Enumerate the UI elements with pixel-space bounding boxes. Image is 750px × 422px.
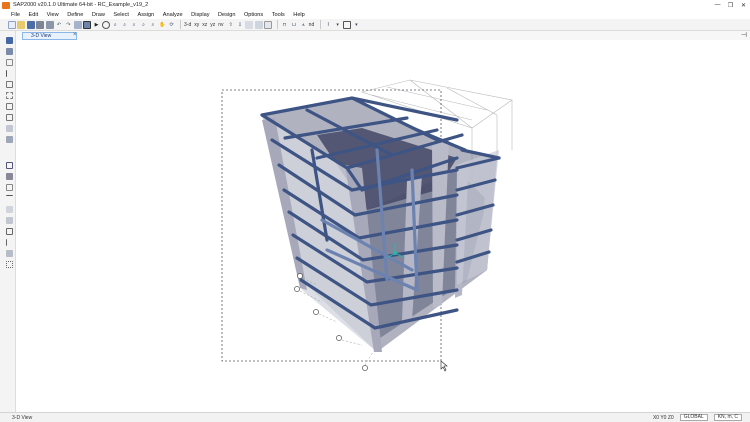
view-tabstrip: 3-D View × ⊣ — [16, 31, 750, 40]
draw-area-icon[interactable] — [6, 103, 13, 110]
design-icon[interactable] — [343, 20, 352, 29]
zoom-out-icon[interactable]: ⌕ — [139, 21, 147, 29]
view-3d-button[interactable]: 3-d — [184, 22, 191, 28]
menu-help[interactable]: Help — [293, 12, 305, 18]
dropdown-arrow-icon[interactable]: ▾ — [352, 21, 360, 29]
snap-perpendicular-icon[interactable] — [6, 239, 13, 246]
window-controls: — ❐ ✕ — [711, 0, 750, 10]
status-view-label: 3-D View — [12, 414, 33, 421]
sap2000-logo-icon — [2, 1, 10, 9]
units-dropdown[interactable]: KN, m, C — [713, 414, 742, 421]
snap-midpoints-icon[interactable] — [6, 217, 13, 224]
snap-fine-grid-icon[interactable] — [6, 261, 13, 268]
move-down-icon[interactable]: ⇩ — [236, 21, 244, 29]
clear-selection-icon[interactable] — [6, 184, 13, 191]
model-viewport-3d[interactable] — [17, 40, 750, 412]
menu-define[interactable]: Define — [67, 12, 83, 18]
new-model-icon[interactable] — [8, 20, 16, 29]
rotate-3d-icon[interactable]: ⟳ — [168, 21, 176, 29]
view-nv-button[interactable]: nv — [218, 22, 223, 28]
snap-joints-icon[interactable] — [6, 206, 13, 213]
mouse-cursor-icon — [440, 360, 448, 372]
tab-close-icon[interactable]: × — [73, 32, 77, 38]
save-icon[interactable] — [26, 20, 35, 29]
print-icon[interactable] — [36, 20, 45, 29]
select-all-icon[interactable] — [6, 162, 13, 169]
undo-icon[interactable]: ↶ — [55, 21, 63, 29]
close-button[interactable]: ✕ — [737, 0, 750, 10]
show-forces-icon[interactable]: ⊓ — [281, 21, 289, 29]
menu-edit[interactable]: Edit — [29, 12, 39, 18]
set-display-options-icon[interactable] — [254, 20, 263, 29]
menu-draw[interactable]: Draw — [92, 12, 105, 18]
draw-joint-icon[interactable] — [6, 59, 13, 66]
draw-brace-icon[interactable] — [6, 92, 13, 99]
view-yz-button[interactable]: yz — [210, 22, 215, 28]
title-bar: SAP2000 v20.1.0 Ultimate 64-bit - RC_Exa… — [0, 0, 750, 10]
intersecting-line-icon[interactable] — [6, 195, 13, 202]
menu-options[interactable]: Options — [244, 12, 263, 18]
open-icon[interactable] — [17, 20, 26, 29]
draw-frame-icon[interactable] — [6, 70, 13, 77]
coordinate-system-dropdown[interactable]: GLOBAL — [679, 414, 708, 421]
status-bar: 3-D View X0 Y0 Z0 GLOBAL KN, m, C — [0, 412, 750, 422]
pointer-icon[interactable] — [6, 37, 13, 44]
dropdown-arrow-icon[interactable]: ▾ — [334, 21, 342, 29]
show-nd-button[interactable]: nd — [309, 22, 315, 28]
show-frame-forces-icon[interactable]: ⊔ — [290, 21, 298, 29]
refresh-icon[interactable] — [73, 20, 82, 29]
view-xy-button[interactable]: xy — [194, 22, 199, 28]
menu-bar: File Edit View Define Draw Select Assign… — [0, 10, 750, 19]
display-tables-icon[interactable]: I — [324, 21, 332, 29]
draw-solid-icon[interactable] — [6, 136, 13, 143]
pan-icon[interactable]: ✋ — [158, 21, 166, 29]
zoom-previous-icon[interactable]: ⌕ — [149, 21, 157, 29]
pin-icon[interactable]: ⊣ — [741, 31, 747, 39]
draw-rect-area-icon[interactable] — [6, 114, 13, 121]
left-toolbar — [0, 31, 16, 412]
toolbar-separator — [180, 20, 182, 29]
status-right-group: X0 Y0 Z0 GLOBAL KN, m, C — [647, 414, 742, 421]
menu-display[interactable]: Display — [191, 12, 209, 18]
print-table-icon[interactable] — [45, 20, 54, 29]
snap-lines-icon[interactable] — [6, 250, 13, 257]
redo-icon[interactable]: ↷ — [64, 21, 72, 29]
menu-file[interactable]: File — [11, 12, 20, 18]
main-toolbar: ↶ ↷ ▶ ⌕ ⌕ ⌕ ⌕ ⌕ ✋ ⟳ 3-d xy xz yz nv ⇧ ⇩ … — [0, 19, 750, 31]
axes-readout: X0 Y0 Z0 — [652, 414, 674, 421]
snap-intersections-icon[interactable] — [6, 228, 13, 235]
window-title: SAP2000 v20.1.0 Ultimate 64-bit - RC_Exa… — [13, 2, 149, 8]
menu-tools[interactable]: Tools — [272, 12, 285, 18]
menu-analyze[interactable]: Analyze — [163, 12, 183, 18]
menu-select[interactable]: Select — [113, 12, 129, 18]
zoom-all-icon[interactable]: ⌕ — [121, 21, 129, 29]
menu-design[interactable]: Design — [218, 12, 235, 18]
quick-draw-area-icon[interactable] — [6, 125, 13, 132]
zoom-in-icon[interactable]: ⌕ — [130, 21, 138, 29]
reshape-icon[interactable] — [6, 48, 13, 55]
toolbar-separator — [276, 20, 278, 29]
toolbar-separator — [320, 20, 322, 29]
lock-icon[interactable] — [83, 20, 92, 29]
show-deformed-icon[interactable]: ⩚ — [299, 21, 307, 29]
menu-assign[interactable]: Assign — [137, 12, 154, 18]
building-model-drawing — [221, 79, 513, 372]
minimize-button[interactable]: — — [711, 0, 724, 10]
zoom-window-icon[interactable]: ⌕ — [111, 21, 119, 29]
object-shrink-icon[interactable] — [245, 20, 254, 29]
run-analysis-icon[interactable]: ▶ — [93, 21, 101, 29]
view-xz-button[interactable]: xz — [202, 22, 207, 28]
menu-view[interactable]: View — [47, 12, 59, 18]
move-up-icon[interactable]: ⇧ — [227, 21, 235, 29]
show-undeformed-icon[interactable] — [264, 20, 273, 29]
maximize-button[interactable]: ❐ — [724, 0, 737, 10]
tab-3d-view[interactable]: 3-D View — [22, 32, 77, 40]
get-previous-selection-icon[interactable] — [6, 173, 13, 180]
run-options-icon[interactable] — [101, 20, 110, 29]
quick-draw-frame-icon[interactable] — [6, 81, 13, 88]
